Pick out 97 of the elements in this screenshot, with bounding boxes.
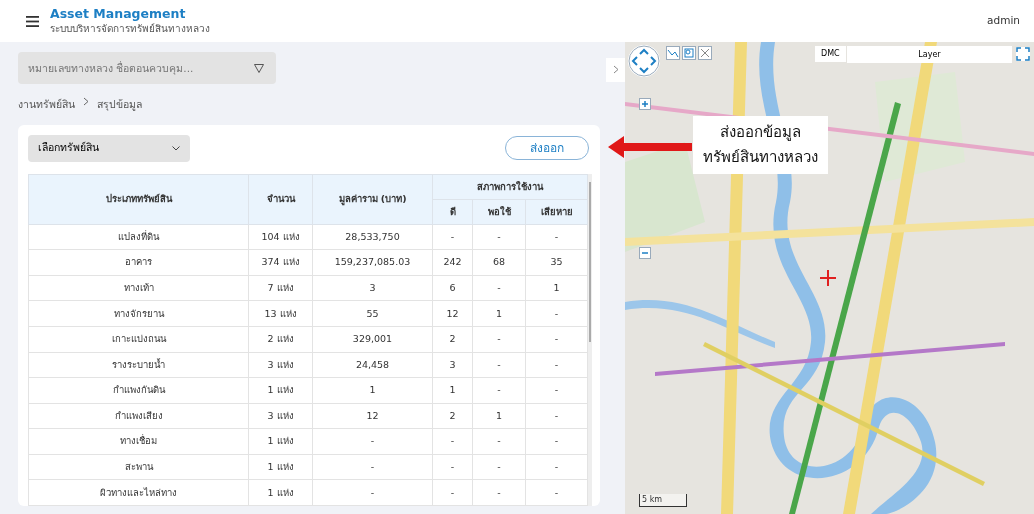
table-cell: - <box>472 377 526 404</box>
crosshair-icon <box>820 270 836 286</box>
table-cell: ทางจักรยาน <box>28 300 249 327</box>
table-cell: 2 <box>432 403 473 429</box>
table-cell: - <box>525 479 588 506</box>
app-subtitle: ระบบบริหารจัดการทรัพย์สินทางหลวง <box>50 22 210 36</box>
table-cell: - <box>525 224 588 250</box>
table-cell: 1 แห่ง <box>248 479 313 506</box>
table-cell: 329,001 <box>312 326 433 353</box>
table-cell: - <box>472 454 526 480</box>
table-cell: 2 แห่ง <box>248 326 313 353</box>
table-cell: - <box>312 454 433 480</box>
scale-bar: 5 km <box>639 494 688 507</box>
table-cell: - <box>472 428 526 455</box>
user-name[interactable]: admin <box>987 13 1020 29</box>
filter-icon[interactable] <box>254 64 264 73</box>
zoom-out-icon[interactable] <box>639 247 651 259</box>
table-cell: กำแพงเสียง <box>28 403 249 429</box>
table-cell: 3 แห่ง <box>248 403 313 429</box>
table-cell: เกาะแบ่งถนน <box>28 326 249 353</box>
search-field[interactable]: หมายเลขทางหลวง ชื่อตอนควบคุม... <box>18 52 276 84</box>
table-cell: กำแพงกันดิน <box>28 377 249 404</box>
table-cell: 374 แห่ง <box>248 249 313 276</box>
table-cell: - <box>432 428 473 455</box>
table-cell: ทางเท้า <box>28 275 249 301</box>
table-cell: - <box>525 377 588 404</box>
breadcrumb-item[interactable]: งานทรัพย์สิน <box>18 97 75 113</box>
table-cell: 2 <box>432 326 473 353</box>
table-cell: - <box>525 326 588 353</box>
map[interactable]: DMC Layer 5 km ส่งออกข้อมูล ทรัพย์สินทางหลวง <box>625 42 1034 514</box>
fullscreen-icon[interactable] <box>1016 47 1030 61</box>
table-cell: - <box>472 224 526 250</box>
table-cell: - <box>525 300 588 327</box>
table-cell: 24,458 <box>312 352 433 378</box>
basemap-button[interactable]: DMC <box>815 46 846 62</box>
breadcrumb-item: สรุปข้อมูล <box>97 97 142 113</box>
table-cell: - <box>525 403 588 429</box>
table-cell: ทางเชื่อม <box>28 428 249 455</box>
table-cell: - <box>525 428 588 455</box>
table-cell: 1 แห่ง <box>248 428 313 455</box>
table-cell: 55 <box>312 300 433 327</box>
table-cell: 1 <box>472 403 526 429</box>
table-cell: 1 แห่ง <box>248 454 313 480</box>
table-cell: อาคาร <box>28 249 249 276</box>
table-cell: 12 <box>432 300 473 327</box>
column-header: มูลค่าราม (บาท) <box>312 174 433 225</box>
table-cell: - <box>525 454 588 480</box>
ruler-icon[interactable] <box>666 46 680 60</box>
export-button[interactable]: ส่งออก <box>505 136 590 161</box>
zoom-in-icon[interactable] <box>639 98 651 110</box>
zoom-box-icon[interactable] <box>682 46 696 60</box>
table-cell: - <box>312 428 433 455</box>
table-cell: สะพาน <box>28 454 249 480</box>
table-cell: 1 <box>472 300 526 327</box>
table-cell: 6 <box>432 275 473 301</box>
table-cell: 3 แห่ง <box>248 352 313 378</box>
table-cell: 242 <box>432 249 473 276</box>
table-cell: 1 <box>432 377 473 404</box>
table-cell: 3 <box>312 275 433 301</box>
table-cell: - <box>525 352 588 378</box>
table-cell: - <box>432 454 473 480</box>
callout-label: ส่งออกข้อมูล ทรัพย์สินทางหลวง <box>693 116 828 174</box>
chevron-icon <box>172 145 180 151</box>
table-cell: - <box>472 275 526 301</box>
table-cell: 104 แห่ง <box>248 224 313 250</box>
app-title: Asset Management <box>50 6 187 21</box>
table-cell: 28,533,750 <box>312 224 433 250</box>
scrollbar[interactable] <box>588 173 592 506</box>
table-cell: รางระบายน้ำ <box>28 352 249 378</box>
asset-select[interactable]: เลือกทรัพย์สิน <box>28 134 190 162</box>
table-cell: 159,237,085.03 <box>312 249 433 276</box>
table-cell: - <box>432 224 473 250</box>
table-cell: 1 <box>312 377 433 404</box>
column-header: จำนวน <box>248 174 313 225</box>
chevron-right-icon <box>83 97 89 106</box>
collapse-toggle[interactable] <box>606 58 625 82</box>
column-group-header: สภาพการใช้งาน <box>432 174 588 200</box>
menu-icon[interactable] <box>26 15 39 27</box>
table-cell: 68 <box>472 249 526 276</box>
table-cell: 3 <box>432 352 473 378</box>
layer-select[interactable]: Layer <box>847 46 1012 63</box>
chevron-right-icon <box>612 65 619 75</box>
table-cell: 1 <box>525 275 588 301</box>
table-cell: 7 แห่ง <box>248 275 313 301</box>
table-cell: - <box>472 479 526 506</box>
table-cell: 13 แห่ง <box>248 300 313 327</box>
table-cell: 35 <box>525 249 588 276</box>
table-cell: - <box>472 326 526 353</box>
table-cell: แปลงที่ดิน <box>28 224 249 250</box>
table-cell: - <box>472 352 526 378</box>
table-cell: ผิวทางและไหล่ทาง <box>28 479 249 506</box>
table-cell: - <box>432 479 473 506</box>
table-cell: - <box>312 479 433 506</box>
table-cell: 12 <box>312 403 433 429</box>
column-header: ประเภททรัพย์สิน <box>28 174 249 225</box>
close-icon[interactable] <box>698 46 712 60</box>
table-cell: 1 แห่ง <box>248 377 313 404</box>
